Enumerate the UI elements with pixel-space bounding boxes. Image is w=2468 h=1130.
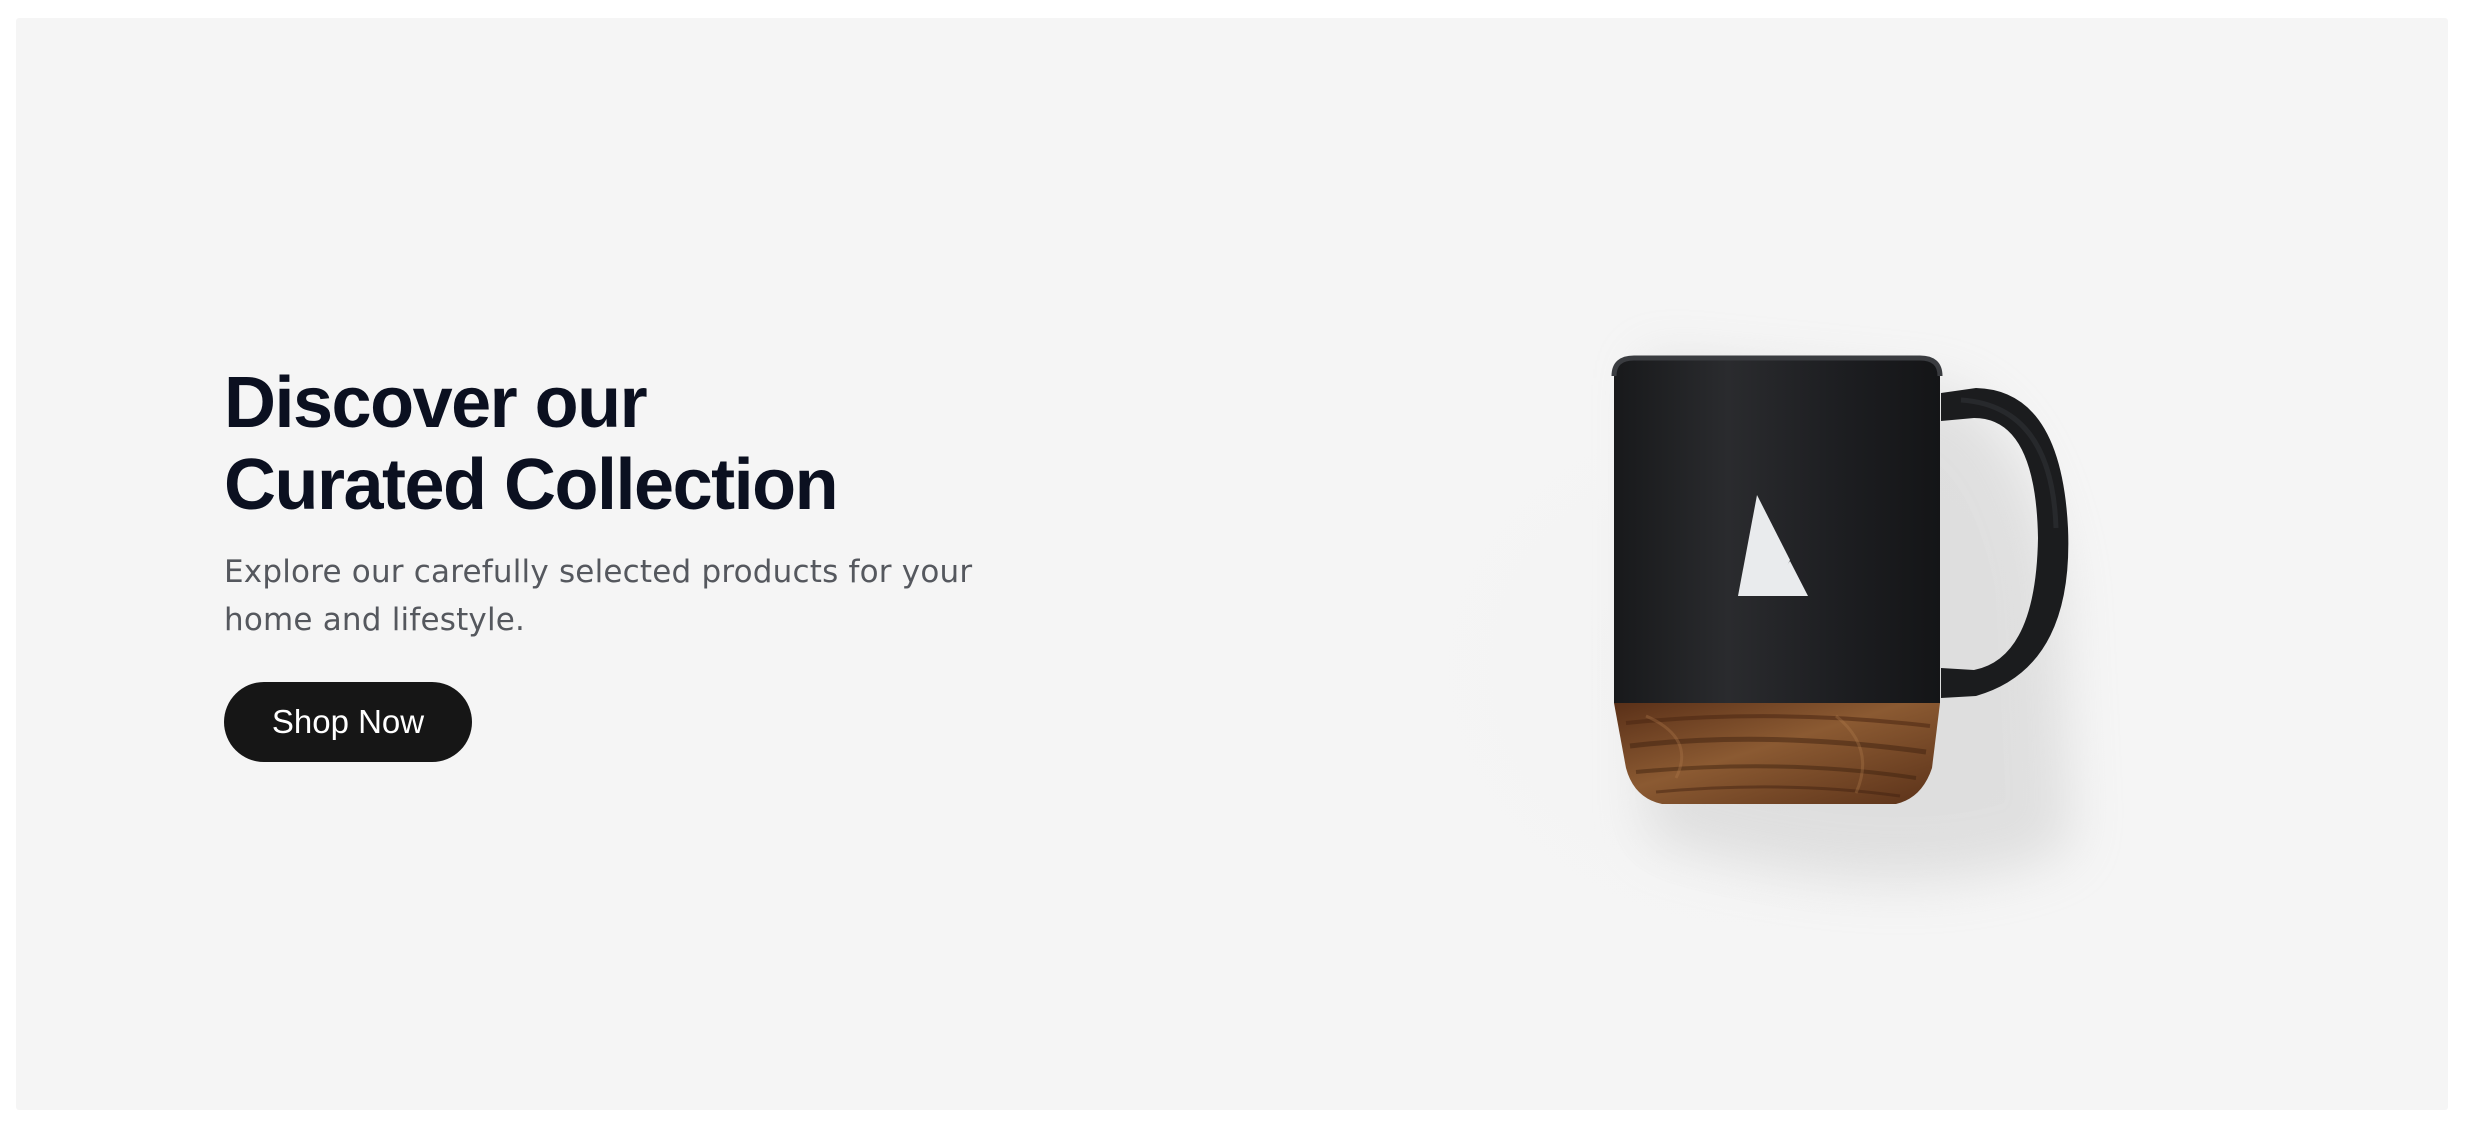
- mug-body: [1611, 355, 1943, 703]
- hero-banner: Discover our Curated Collection Explore …: [16, 18, 2448, 1110]
- headline-line-1: Discover our: [224, 363, 648, 443]
- headline-line-2: Curated Collection: [224, 445, 839, 525]
- hero-copy: Discover our Curated Collection Explore …: [224, 362, 1124, 762]
- wood-base: [1614, 703, 1940, 804]
- shop-now-button[interactable]: Shop Now: [224, 682, 472, 762]
- hero-headline: Discover our Curated Collection: [224, 362, 1124, 526]
- hero-subtext: Explore our carefully selected products …: [224, 554, 973, 638]
- mug-product-image: [1336, 318, 2196, 1018]
